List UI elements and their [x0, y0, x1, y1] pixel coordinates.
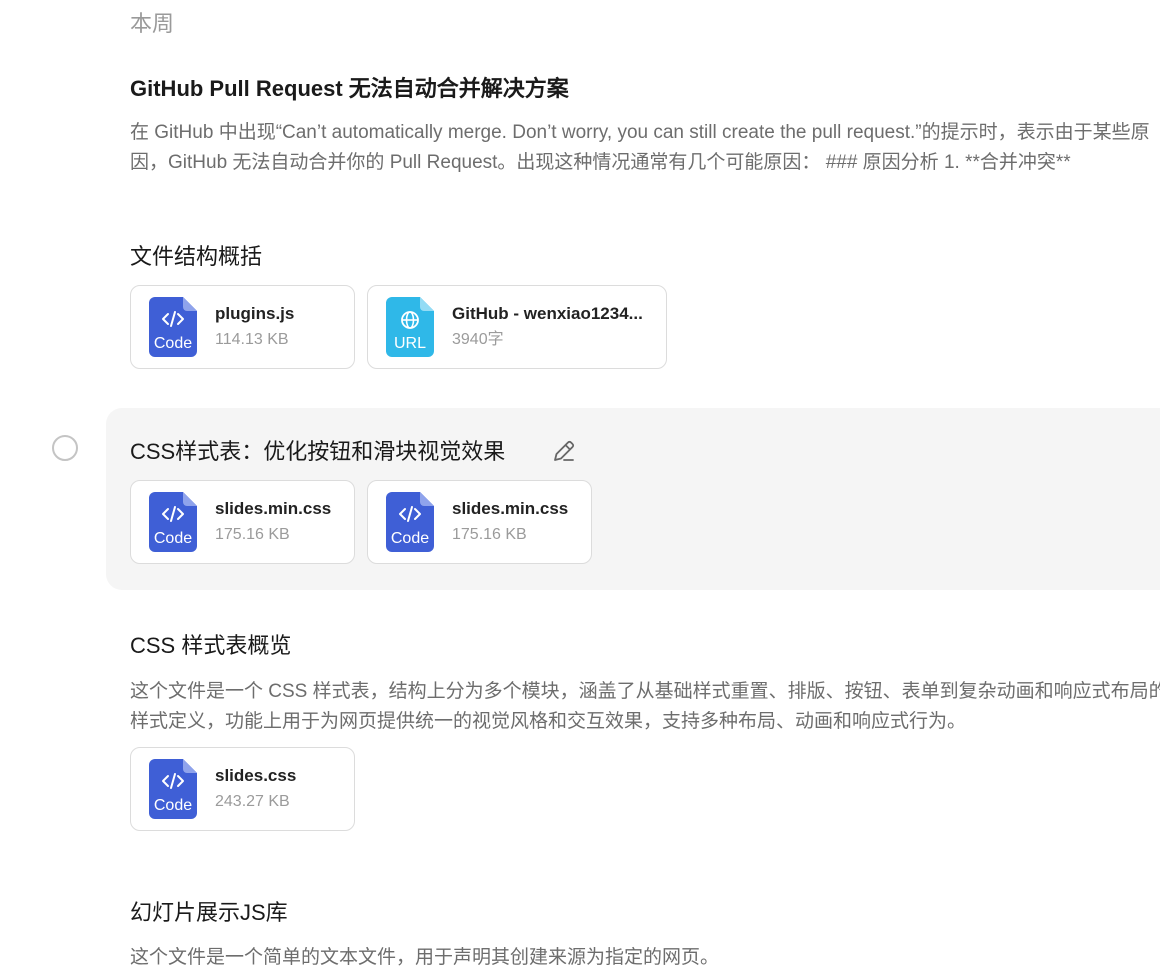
conversation-summary: 在 GitHub 中出现“Can’t automatically merge. …: [130, 118, 1160, 178]
conversation-title[interactable]: CSS 样式表概览: [130, 631, 291, 661]
code-file-icon: Code: [149, 759, 197, 819]
conversation-title[interactable]: 文件结构概括: [130, 242, 262, 272]
file-name: plugins.js: [215, 304, 295, 323]
code-file-icon: Code: [149, 492, 197, 552]
file-attachments: Code slides.min.css 175.16 KB Code slide…: [130, 480, 592, 564]
url-file-icon: URL: [386, 297, 434, 357]
file-name: slides.min.css: [215, 499, 332, 518]
svg-text:Code: Code: [391, 530, 429, 547]
svg-text:Code: Code: [154, 530, 192, 547]
file-size: 243.27 KB: [215, 793, 290, 810]
edit-pencil-icon[interactable]: [551, 438, 577, 464]
file-card[interactable]: Code slides.min.css 175.16 KB: [367, 480, 592, 564]
select-radio-button[interactable]: [52, 435, 78, 461]
file-card[interactable]: Code plugins.js 114.13 KB: [130, 285, 355, 369]
summary-line: 因，GitHub 无法自动合并你的 Pull Request。出现这种情况通常有…: [130, 152, 1071, 173]
summary-line: 在 GitHub 中出现“Can’t automatically merge. …: [130, 122, 1150, 143]
file-name: GitHub - wenxiao1234...: [452, 304, 643, 323]
conversation-summary: 这个文件是一个简单的文本文件，用于声明其创建来源为指定的网页。: [130, 943, 1160, 972]
summary-line: 这个文件是一个 CSS 样式表，结构上分为多个模块，涵盖了从基础样式重置、排版、…: [130, 681, 1160, 702]
summary-line: 这个文件是一个简单的文本文件，用于声明其创建来源为指定的网页。: [130, 947, 720, 968]
file-attachments: Code plugins.js 114.13 KB URL GitHub - w…: [130, 285, 667, 369]
svg-text:Code: Code: [154, 335, 192, 352]
svg-text:URL: URL: [394, 335, 426, 352]
svg-text:Code: Code: [154, 797, 192, 814]
conversation-history-page: 本周 GitHub Pull Request 无法自动合并解决方案 在 GitH…: [0, 0, 1160, 972]
conversation-title[interactable]: 幻灯片展示JS库: [130, 898, 288, 928]
file-word-count: 3940字: [452, 331, 504, 348]
file-card[interactable]: Code slides.css 243.27 KB: [130, 747, 355, 831]
file-name: slides.css: [215, 766, 297, 785]
conversation-title[interactable]: GitHub Pull Request 无法自动合并解决方案: [130, 74, 569, 104]
conversation-summary: 这个文件是一个 CSS 样式表，结构上分为多个模块，涵盖了从基础样式重置、排版、…: [130, 677, 1160, 737]
section-label-this-week: 本周: [130, 11, 175, 36]
file-name: slides.min.css: [452, 499, 569, 518]
file-attachments: Code slides.css 243.27 KB: [130, 747, 355, 831]
file-size: 175.16 KB: [452, 526, 527, 543]
code-file-icon: Code: [386, 492, 434, 552]
file-size: 175.16 KB: [215, 526, 290, 543]
file-size: 114.13 KB: [215, 331, 289, 348]
conversation-title[interactable]: CSS样式表：优化按钮和滑块视觉效果: [130, 437, 505, 467]
file-card[interactable]: URL GitHub - wenxiao1234... 3940字: [367, 285, 667, 369]
file-card[interactable]: Code slides.min.css 175.16 KB: [130, 480, 355, 564]
summary-line: 样式定义，功能上用于为网页提供统一的视觉风格和交互效果，支持多种布局、动画和响应…: [130, 711, 967, 732]
code-file-icon: Code: [149, 297, 197, 357]
